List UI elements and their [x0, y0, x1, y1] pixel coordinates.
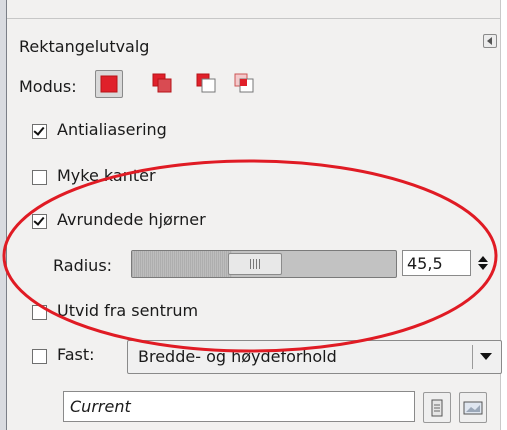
spin-down-icon[interactable] — [478, 264, 488, 270]
landscape-button[interactable] — [459, 392, 487, 423]
mode-add-button[interactable] — [149, 70, 175, 96]
add-mode-icon — [152, 73, 172, 93]
radius-slider-handle[interactable] — [228, 253, 282, 275]
radius-label: Radius: — [53, 256, 113, 275]
tool-options-panel: Rektangelutvalg Modus: Antialiasering My… — [7, 0, 502, 430]
feather-edges-label: Myke kanter — [57, 166, 156, 185]
subtract-mode-icon — [196, 73, 216, 93]
radius-spin-buttons[interactable] — [475, 250, 491, 276]
fixed-label: Fast: — [57, 345, 95, 364]
fixed-mode-selected: Bredde- og høydeforhold — [138, 347, 337, 366]
feather-edges-checkbox[interactable] — [32, 170, 47, 185]
grip-line — [250, 259, 251, 269]
expand-from-center-label: Utvid fra sentrum — [57, 301, 199, 320]
mode-intersect-button[interactable] — [231, 70, 257, 96]
landscape-icon — [463, 401, 483, 414]
grip-line — [259, 259, 260, 269]
dropdown-separator — [472, 345, 473, 369]
mode-replace-button[interactable] — [95, 70, 123, 98]
grip-line — [253, 259, 254, 269]
rounded-corners-checkbox[interactable] — [32, 214, 47, 229]
portrait-icon — [431, 399, 443, 416]
replace-mode-icon — [100, 75, 118, 93]
fixed-mode-dropdown[interactable]: Bredde- og høydeforhold — [127, 340, 502, 374]
mode-subtract-button[interactable] — [193, 70, 219, 96]
current-ratio-input[interactable]: Current — [63, 391, 415, 422]
mode-label: Modus: — [19, 76, 77, 96]
antialiasing-label: Antialiasering — [57, 120, 167, 139]
fixed-checkbox[interactable] — [32, 349, 47, 364]
rounded-corners-label: Avrundede hjørner — [57, 210, 206, 229]
chevron-down-icon[interactable] — [480, 353, 492, 360]
antialiasing-checkbox[interactable] — [32, 124, 47, 139]
top-separator — [7, 18, 500, 19]
radius-slider-fill — [132, 251, 233, 277]
portrait-button[interactable] — [423, 392, 451, 423]
detach-panel-button[interactable] — [483, 34, 497, 48]
spin-up-icon[interactable] — [478, 256, 488, 262]
radius-slider[interactable] — [131, 250, 397, 278]
panel-title: Rektangelutvalg — [19, 36, 150, 56]
intersect-mode-icon — [234, 73, 254, 93]
grip-line — [256, 259, 257, 269]
expand-from-center-checkbox[interactable] — [32, 305, 47, 320]
radius-value-input[interactable]: 45,5 — [402, 250, 471, 276]
